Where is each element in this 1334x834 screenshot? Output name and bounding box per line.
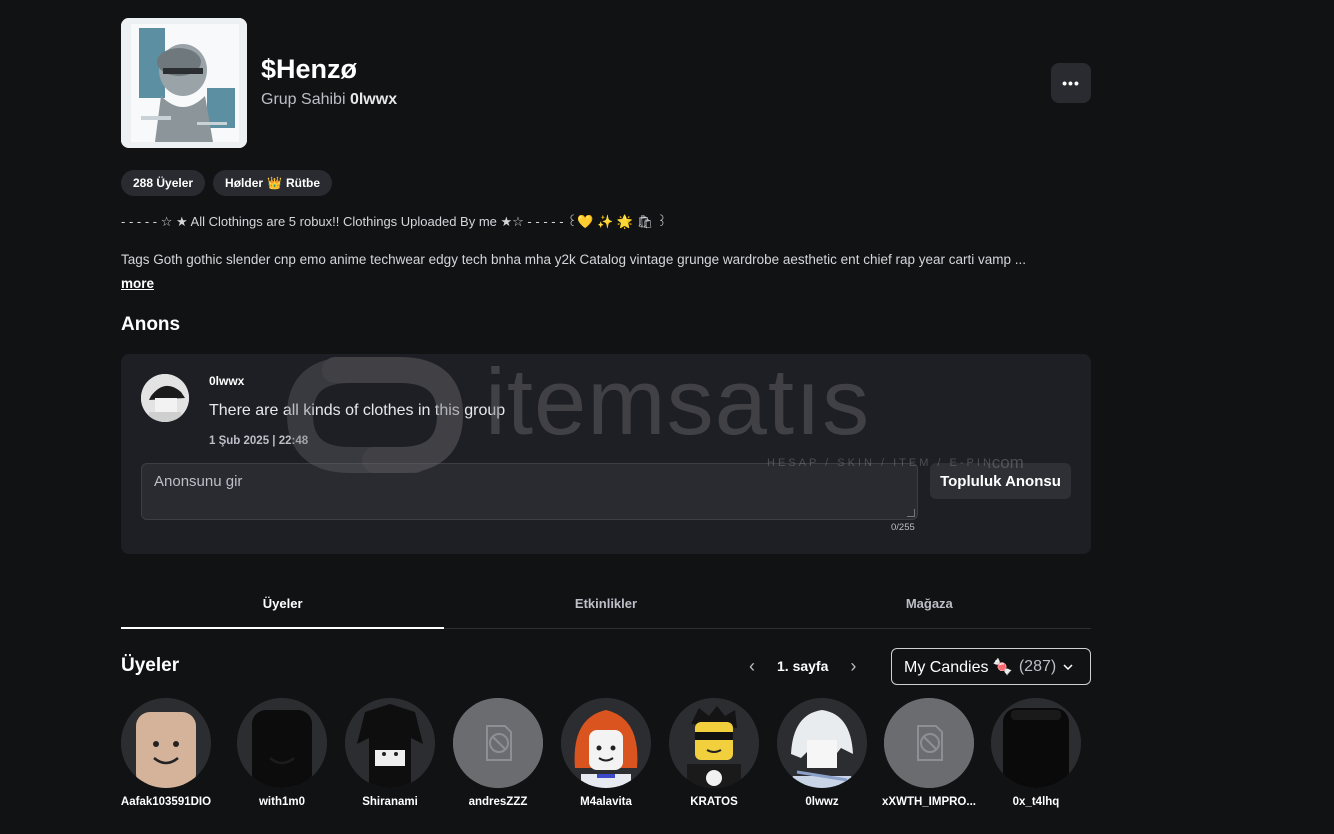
member-name: with1m0 xyxy=(258,796,305,808)
member-avatar xyxy=(991,698,1081,788)
announcement-author[interactable]: 0lwwx xyxy=(209,374,244,388)
description-line-1: - - - - - ☆ ★ All Clothings are 5 robux!… xyxy=(121,214,667,229)
member-card[interactable]: Aafak103591DIO xyxy=(112,698,220,808)
group-tabs: Üyeler Etkinlikler Mağaza xyxy=(121,578,1091,629)
member-avatar xyxy=(453,698,543,788)
member-card[interactable]: 0lwwz xyxy=(768,698,876,808)
rank-suffix: Rütbe xyxy=(286,176,321,190)
group-stats: 288 Üyeler Hølder 👑 Rütbe xyxy=(121,170,333,196)
chevron-down-icon xyxy=(1063,663,1073,670)
post-announcement-button[interactable]: Topluluk Anonsu xyxy=(930,463,1071,499)
member-name: andresZZZ xyxy=(468,796,528,808)
char-counter: 0/255 xyxy=(891,522,915,533)
member-card[interactable]: andresZZZ xyxy=(444,698,552,808)
members-pager: ‹ 1. sayfa › xyxy=(749,650,856,682)
role-name: My Candies 🍬 xyxy=(904,658,1013,676)
announcement-panel: 0lwwx There are all kinds of clothes in … xyxy=(121,354,1091,554)
resize-grip-icon[interactable] xyxy=(907,509,915,517)
member-avatar xyxy=(669,698,759,788)
role-count: (287) xyxy=(1018,657,1057,675)
group-thumbnail xyxy=(121,18,247,148)
member-name: 0lwwz xyxy=(805,796,839,808)
member-avatar xyxy=(561,698,651,788)
announcement-text: There are all kinds of clothes in this g… xyxy=(209,402,506,419)
page-label: 1. sayfa xyxy=(777,658,829,674)
member-avatar xyxy=(884,698,974,788)
member-card[interactable]: M4alavita xyxy=(552,698,660,808)
group-name: $Henzø xyxy=(261,54,358,84)
members-title: Üyeler xyxy=(121,655,180,676)
owner-prefix: Grup Sahibi xyxy=(261,91,346,108)
member-name: xXWTH_IMPRO... xyxy=(882,796,976,808)
tab-events[interactable]: Etkinlikler xyxy=(444,578,767,628)
announcement-input[interactable]: Anonsunu gir xyxy=(141,463,918,520)
member-avatar xyxy=(345,698,435,788)
group-header: $Henzø Grup Sahibi 0lwwx ••• xyxy=(121,0,1091,160)
member-card[interactable]: with1m0 xyxy=(228,698,336,808)
member-name: Aafak103591DIO xyxy=(120,796,212,808)
role-select[interactable]: My Candies 🍬 (287) xyxy=(891,648,1091,685)
more-options-button[interactable]: ••• xyxy=(1051,63,1091,103)
members-grid: Aafak103591DIO with1m0 Shiranami andresZ… xyxy=(121,698,1091,818)
author-avatar[interactable] xyxy=(141,374,189,422)
member-card[interactable]: KRATOS xyxy=(660,698,768,808)
member-name: KRATOS xyxy=(690,796,738,808)
member-name: 0x_t4lhq xyxy=(1012,796,1060,808)
tab-members[interactable]: Üyeler xyxy=(121,578,445,629)
member-card[interactable]: xXWTH_IMPRO... xyxy=(875,698,983,808)
announcement-date: 1 Şub 2025 | 22:48 xyxy=(209,435,309,447)
rank-prefix: Hølder xyxy=(225,176,264,190)
owner-name-link[interactable]: 0lwwx xyxy=(350,91,397,108)
blocked-image-icon xyxy=(453,698,543,788)
group-owner: Grup Sahibi 0lwwx xyxy=(261,91,397,109)
group-page: $Henzø Grup Sahibi 0lwwx ••• 288 Üyeler … xyxy=(121,0,1091,808)
chevron-right-icon[interactable]: › xyxy=(850,656,856,677)
description-more-link[interactable]: more xyxy=(121,276,154,291)
member-name: M4alavita xyxy=(580,796,632,808)
announcement-input-placeholder: Anonsunu gir xyxy=(154,473,243,490)
tab-store[interactable]: Mağaza xyxy=(768,578,1091,628)
member-name: Shiranami xyxy=(362,796,418,808)
rank-chip: Hølder 👑 Rütbe xyxy=(213,170,333,196)
crown-icon: 👑 xyxy=(267,176,283,190)
description-line-2: Tags Goth gothic slender cnp emo anime t… xyxy=(121,252,1027,267)
member-count-chip: 288 Üyeler xyxy=(121,170,206,196)
announcement-title: Anons xyxy=(121,314,181,335)
member-card[interactable]: Shiranami xyxy=(336,698,444,808)
member-card[interactable]: 0x_t4lhq xyxy=(982,698,1090,808)
member-avatar xyxy=(237,698,327,788)
member-avatar xyxy=(121,698,211,788)
chevron-left-icon[interactable]: ‹ xyxy=(749,656,755,677)
blocked-image-icon xyxy=(884,698,974,788)
member-avatar xyxy=(777,698,867,788)
